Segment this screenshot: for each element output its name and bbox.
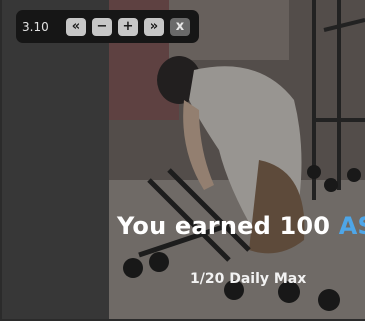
left-panel [0, 0, 109, 321]
playback-speed-toolbar: 3.10 « − + » x [16, 10, 199, 43]
reward-currency: AS [338, 212, 365, 240]
faster-button[interactable]: + [118, 17, 138, 36]
close-button[interactable]: x [170, 17, 190, 36]
left-border [0, 0, 2, 321]
rewind-button[interactable]: « [66, 17, 86, 36]
slower-button[interactable]: − [92, 17, 112, 36]
daily-progress: 1/20 Daily Max [190, 271, 307, 287]
reward-message: You earned 100 AS [117, 212, 365, 240]
reward-prefix: You earned 100 [117, 212, 339, 240]
fast-forward-button[interactable]: » [144, 17, 164, 36]
speed-readout: 3.10 [22, 19, 49, 34]
